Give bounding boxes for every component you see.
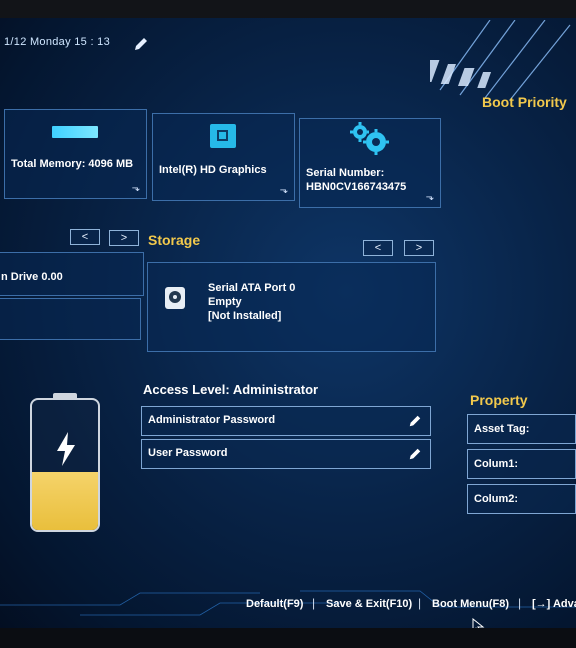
card-expand-icon[interactable]: ⬎ [132,183,140,194]
default-f9-button[interactable]: Default(F9) [246,598,303,610]
drive-card-secondary [0,298,141,340]
advanced-mode-button[interactable]: [→] Adva [532,598,576,610]
footer-separator: | [518,596,522,610]
graphics-label: Intel(R) HD Graphics [159,164,267,176]
colum2-field[interactable]: Colum2: [467,484,576,514]
serial-number-value: HBN0CV166743475 [306,181,407,193]
drive-card: n Drive 0.00 [0,252,144,296]
drive-next-button[interactable]: > [109,230,139,246]
card-expand-icon[interactable]: ⬎ [280,185,288,196]
card-expand-icon[interactable]: ⬎ [426,192,434,203]
screen-bezel-top [0,0,576,18]
asset-tag-label: Asset Tag: [474,423,530,435]
storage-next-button[interactable]: > [404,240,434,256]
user-password-field[interactable]: User Password [141,439,431,469]
user-password-label: User Password [148,447,228,459]
memory-icon [52,126,98,138]
storage-port: Serial ATA Port 0 [208,282,296,294]
graphics-chip-icon [210,124,236,148]
colum1-field[interactable]: Colum1: [467,449,576,479]
charging-bolt-icon [57,432,75,466]
save-exit-f10-button[interactable]: Save & Exit(F10) [326,598,412,610]
boot-priority-title: Boot Priority [482,94,567,110]
drive-prev-button[interactable]: < [70,229,100,245]
property-title: Property [470,392,528,408]
storage-details: Serial ATA Port 0 Empty [Not Installed] [208,281,295,323]
storage-state: [Not Installed] [208,310,282,322]
memory-label: Total Memory: 4096 MB [11,158,134,170]
date-time-display: 1/12 Monday 15 : 13 [4,36,110,48]
admin-password-field[interactable]: Administrator Password [141,406,431,436]
edit-pencil-icon[interactable] [408,447,422,461]
battery-fill [32,471,98,530]
storage-prev-button[interactable]: < [363,240,393,256]
edit-pencil-icon[interactable] [408,414,422,428]
footer-separator: | [418,596,422,610]
hard-disk-icon [165,287,185,309]
serial-number-label: Serial Number: [306,167,385,179]
colum1-label: Colum1: [474,458,518,470]
memory-card: Total Memory: 4096 MB ⬎ [4,109,147,199]
screen-bezel-bottom [0,628,576,648]
drive-label: n Drive 0.00 [1,271,63,283]
access-level-title: Access Level: Administrator [143,382,319,397]
edit-datetime-icon[interactable] [133,36,149,52]
footer-separator: | [312,596,316,610]
admin-password-label: Administrator Password [148,414,276,426]
colum2-label: Colum2: [474,493,518,505]
storage-status: Empty [208,296,242,308]
asset-tag-field[interactable]: Asset Tag: [467,414,576,444]
storage-title: Storage [148,232,201,248]
gears-icon [350,122,389,155]
boot-menu-f8-button[interactable]: Boot Menu(F8) [432,598,509,610]
